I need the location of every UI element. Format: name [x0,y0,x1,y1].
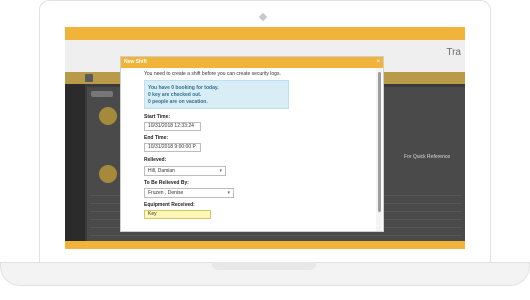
avatar [99,165,117,183]
app-brand: Tra [446,47,461,58]
to-be-relieved-by-select-value: Fruzen , Denise [148,190,184,196]
modal-title: New Shift [124,59,147,65]
app-sidebar [65,84,85,249]
to-be-relieved-by-label: To Be Relieved By: [144,180,189,186]
relieved-select-value: Hill, Damian [148,168,175,174]
start-time-label: Start Time: [144,114,171,120]
to-be-relieved-by-select[interactable]: Fruzen , Denise ▾ [144,188,234,198]
app-bottom-bar [65,241,465,249]
quick-reference-label: For Quick Reference [404,154,451,160]
laptop-notch [212,262,316,270]
modal-titlebar [121,57,383,68]
relieved-label: Relieved: [144,157,167,163]
scrollbar-thumb[interactable] [378,72,381,212]
table-row [90,235,462,236]
menu-icon[interactable] [85,74,93,82]
start-time-input[interactable]: 10/31/2018 12:33:24 [144,122,201,131]
alert-line-bookings: You have 0 booking for today. [148,85,219,91]
alert-line-keys: 0 key are checked out. [148,92,202,98]
info-alert: You have 0 booking for today. 0 key are … [144,80,289,109]
chevron-down-icon: ▾ [219,168,222,174]
equipment-received-input[interactable]: Key [144,210,211,219]
avatar [99,107,117,125]
relieved-select[interactable]: Hill, Damian ▾ [144,166,226,176]
app-topbar [65,27,465,40]
close-icon[interactable]: × [376,58,380,66]
alert-line-vacation: 0 people are on vacation. [148,99,208,105]
end-time-input[interactable]: 10/31/2018 9:00:00 P [144,143,201,152]
panel-tab[interactable] [91,91,113,97]
intro-text: You need to create a shift before you ca… [144,71,281,77]
equipment-received-label: Equipment Received: [144,202,195,208]
end-time-label: End Time: [144,135,169,141]
new-shift-modal: New Shift × You need to create a shift b… [120,56,384,232]
chevron-down-icon: ▾ [227,190,230,196]
